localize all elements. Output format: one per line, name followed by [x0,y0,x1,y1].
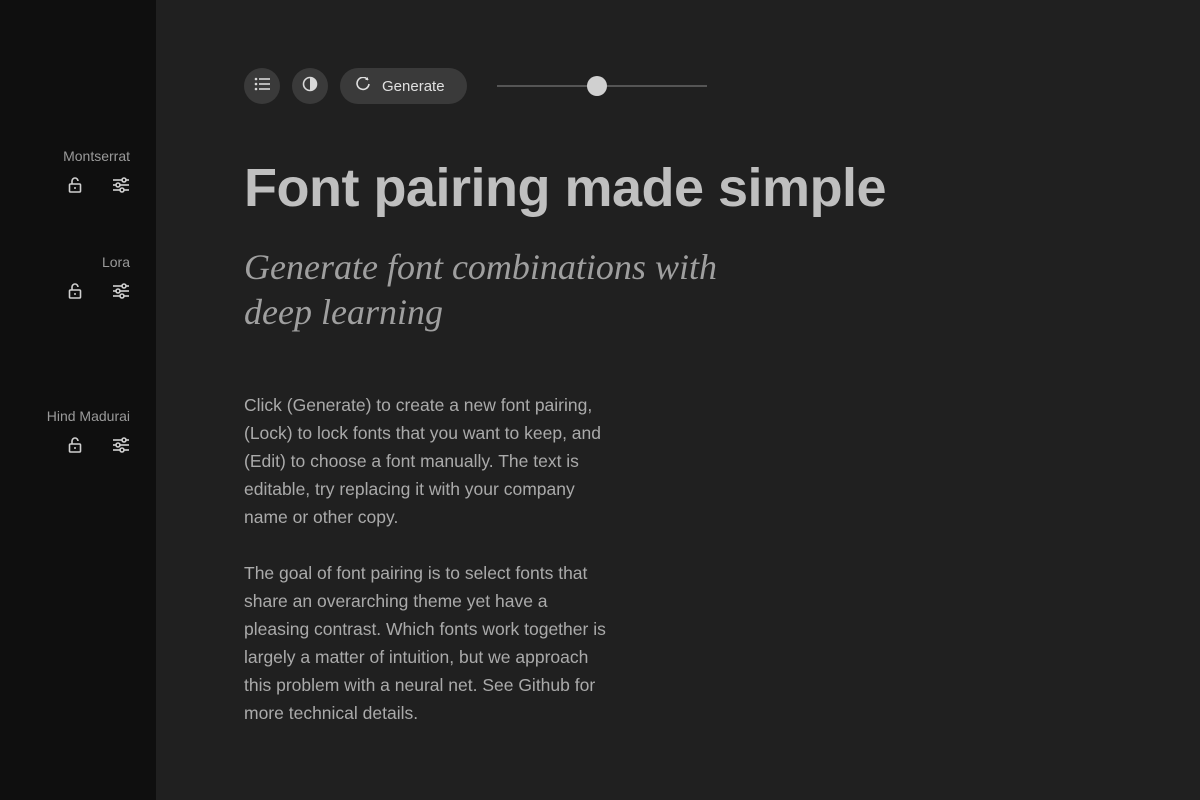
font-slot-headline: Montserrat [0,148,156,194]
body-paragraph[interactable]: Click (Generate) to create a new font pa… [244,391,614,531]
size-slider[interactable] [497,68,707,104]
refresh-icon [356,77,370,95]
generate-button[interactable]: Generate [340,68,467,104]
sliders-icon[interactable] [112,176,130,194]
list-view-button[interactable] [244,68,280,104]
content: Font pairing made simple Generate font c… [244,160,924,727]
list-icon [254,77,270,96]
font-name-label: Montserrat [63,148,130,164]
font-name-label: Lora [102,254,130,270]
font-actions [66,176,130,194]
lock-icon[interactable] [66,436,84,454]
headline-text[interactable]: Font pairing made simple [244,160,924,217]
font-slot-subhead: Lora [0,254,156,300]
lock-icon[interactable] [66,282,84,300]
subhead-text[interactable]: Generate font combinations with deep lea… [244,245,724,335]
sidebar: Montserrat Lora [0,0,156,800]
sliders-icon[interactable] [112,436,130,454]
generate-label: Generate [382,78,445,95]
sliders-icon[interactable] [112,282,130,300]
contrast-icon [302,76,318,97]
body-text: Click (Generate) to create a new font pa… [244,391,924,727]
body-paragraph[interactable]: The goal of font pairing is to select fo… [244,559,614,727]
font-actions [66,282,130,300]
theme-toggle-button[interactable] [292,68,328,104]
main-area: Generate Font pairing made simple Genera… [156,0,1200,800]
font-name-label: Hind Madurai [47,408,130,424]
slider-thumb[interactable] [587,76,607,96]
font-actions [66,436,130,454]
toolbar: Generate [244,68,1200,104]
lock-icon[interactable] [66,176,84,194]
font-slot-body: Hind Madurai [0,408,156,454]
